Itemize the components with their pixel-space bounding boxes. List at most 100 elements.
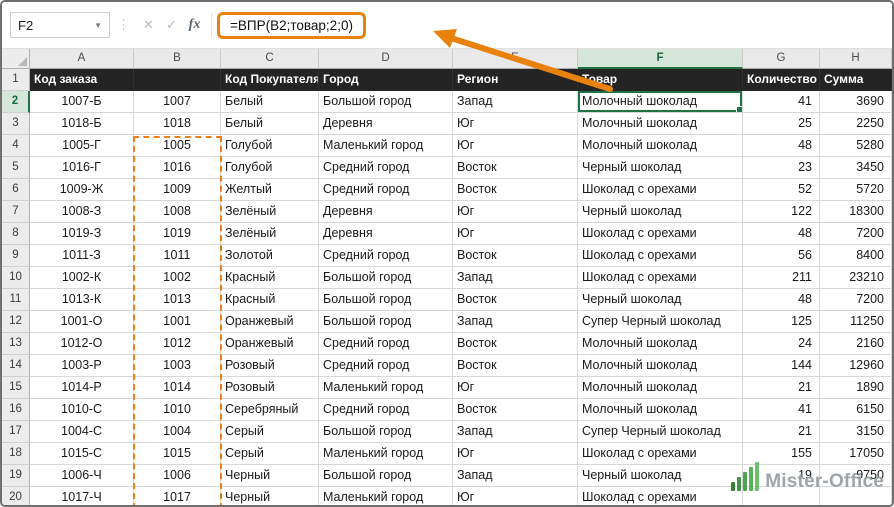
cell[interactable]: Супер Черный шоколад — [578, 421, 743, 443]
cell[interactable]: 1001-О — [30, 311, 134, 333]
cell[interactable]: 1008-З — [30, 201, 134, 223]
cell[interactable]: Запад — [453, 421, 578, 443]
cell[interactable]: Деревня — [319, 223, 453, 245]
cell[interactable]: 1007 — [134, 91, 221, 113]
cell[interactable]: Шоколад с орехами — [578, 245, 743, 267]
cell[interactable]: Молочный шоколад — [578, 333, 743, 355]
cell[interactable]: 18300 — [820, 201, 892, 223]
column-header-H[interactable]: H — [820, 49, 892, 69]
cell[interactable]: 24 — [743, 333, 820, 355]
cell[interactable]: 1019-З — [30, 223, 134, 245]
cell[interactable]: Деревня — [319, 113, 453, 135]
cell[interactable]: Запад — [453, 267, 578, 289]
cell[interactable]: 1004-С — [30, 421, 134, 443]
cell[interactable]: Молочный шоколад — [578, 399, 743, 421]
cell[interactable]: 8400 — [820, 245, 892, 267]
cell[interactable]: 48 — [743, 135, 820, 157]
cell[interactable]: 1014-Р — [30, 377, 134, 399]
cell[interactable]: Шоколад с орехами — [578, 487, 743, 507]
cell[interactable]: 1016 — [134, 157, 221, 179]
row-number[interactable]: 10 — [2, 267, 30, 289]
cell[interactable]: 1018 — [134, 113, 221, 135]
column-header-B[interactable]: B — [134, 49, 221, 69]
cell[interactable]: Средний город — [319, 245, 453, 267]
cell[interactable]: Шоколад с орехами — [578, 443, 743, 465]
cell[interactable]: 52 — [743, 179, 820, 201]
cell[interactable]: 1004 — [134, 421, 221, 443]
cell[interactable]: Количество — [743, 69, 820, 91]
cell[interactable]: 122 — [743, 201, 820, 223]
row-number[interactable]: 2 — [2, 91, 30, 113]
cell[interactable]: Шоколад с орехами — [578, 267, 743, 289]
cell[interactable]: 2160 — [820, 333, 892, 355]
cell[interactable]: 1015-С — [30, 443, 134, 465]
cell[interactable]: Восток — [453, 289, 578, 311]
cell[interactable]: Средний город — [319, 179, 453, 201]
cell[interactable]: Розовый — [221, 355, 319, 377]
cell[interactable]: Город — [319, 69, 453, 91]
cell[interactable]: 23210 — [820, 267, 892, 289]
row-number[interactable]: 17 — [2, 421, 30, 443]
cell[interactable]: 1010 — [134, 399, 221, 421]
cell[interactable]: Средний город — [319, 333, 453, 355]
cell[interactable]: Юг — [453, 201, 578, 223]
row-number[interactable]: 4 — [2, 135, 30, 157]
cell[interactable]: Молочный шоколад — [578, 113, 743, 135]
row-number[interactable]: 11 — [2, 289, 30, 311]
cell[interactable]: 1002-К — [30, 267, 134, 289]
cell[interactable]: Средний город — [319, 157, 453, 179]
column-header-F[interactable]: F — [578, 49, 743, 69]
row-number[interactable]: 14 — [2, 355, 30, 377]
row-number[interactable]: 6 — [2, 179, 30, 201]
cell[interactable]: 56 — [743, 245, 820, 267]
cell[interactable]: 1014 — [134, 377, 221, 399]
cell[interactable]: 3450 — [820, 157, 892, 179]
cell[interactable]: Восток — [453, 399, 578, 421]
row-number[interactable]: 12 — [2, 311, 30, 333]
cell[interactable]: 1009 — [134, 179, 221, 201]
cell[interactable]: 7200 — [820, 289, 892, 311]
column-header-A[interactable]: A — [30, 49, 134, 69]
cell[interactable]: 5280 — [820, 135, 892, 157]
cell[interactable]: Сумма — [820, 69, 892, 91]
cell[interactable]: 11250 — [820, 311, 892, 333]
cell[interactable]: 1001 — [134, 311, 221, 333]
cell[interactable]: Молочный шоколад — [578, 135, 743, 157]
cell[interactable]: Желтый — [221, 179, 319, 201]
cell[interactable]: Серый — [221, 443, 319, 465]
name-box-dropdown-icon[interactable]: ▼ — [94, 21, 102, 30]
cell[interactable]: 1009-Ж — [30, 179, 134, 201]
cell[interactable]: 211 — [743, 267, 820, 289]
row-number[interactable]: 7 — [2, 201, 30, 223]
cell[interactable]: Розовый — [221, 377, 319, 399]
cell[interactable]: 21 — [743, 377, 820, 399]
cell[interactable]: 1019 — [134, 223, 221, 245]
cancel-icon[interactable]: ✕ — [137, 17, 160, 33]
cell[interactable]: 3150 — [820, 421, 892, 443]
cell[interactable]: 1003-Р — [30, 355, 134, 377]
cell[interactable]: 1007-Б — [30, 91, 134, 113]
select-all-corner[interactable] — [2, 49, 30, 69]
cell[interactable]: Деревня — [319, 201, 453, 223]
cell[interactable]: 23 — [743, 157, 820, 179]
cell[interactable]: Серебряный — [221, 399, 319, 421]
cell[interactable]: 1006-Ч — [30, 465, 134, 487]
cell[interactable]: Код заказа — [30, 69, 134, 91]
row-number[interactable]: 1 — [2, 69, 30, 91]
cell[interactable]: Большой город — [319, 311, 453, 333]
formula-input[interactable]: =ВПР(B2;товар;2;0) — [217, 12, 884, 39]
cell[interactable]: 125 — [743, 311, 820, 333]
cell[interactable]: 1013 — [134, 289, 221, 311]
cell[interactable]: Восток — [453, 333, 578, 355]
cell[interactable]: 1015 — [134, 443, 221, 465]
cell[interactable]: Средний город — [319, 355, 453, 377]
cell[interactable]: Запад — [453, 91, 578, 113]
row-number[interactable]: 13 — [2, 333, 30, 355]
cell[interactable]: Восток — [453, 355, 578, 377]
cell[interactable]: Восток — [453, 245, 578, 267]
cell[interactable]: Молочный шоколад — [578, 355, 743, 377]
cell[interactable]: Большой город — [319, 289, 453, 311]
cell[interactable]: 1005 — [134, 135, 221, 157]
cell[interactable]: 48 — [743, 289, 820, 311]
cell[interactable]: 1016-Г — [30, 157, 134, 179]
